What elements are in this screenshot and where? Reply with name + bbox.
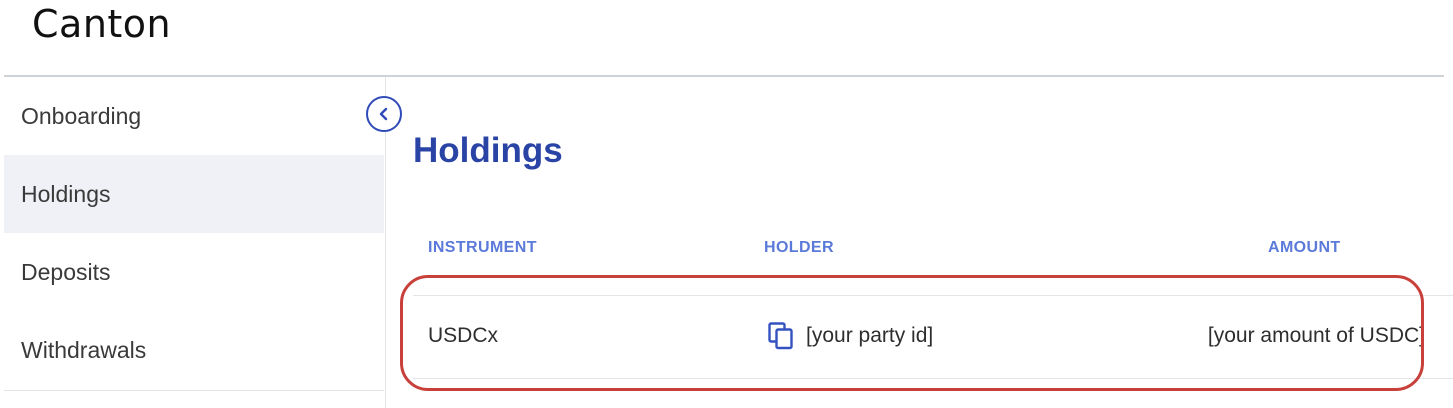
instrument-cell: USDCx [428,324,499,347]
sidebar-item-label: Withdrawals [21,336,147,363]
table-row[interactable]: USDCx [your party id] [your amount of US… [413,295,1453,379]
sidebar-item-label: Deposits [21,258,111,285]
column-header-instrument: INSTRUMENT [428,239,537,256]
top-header: Canton [0,0,1453,77]
app-window: Canton Onboarding Holdings Deposits With… [0,0,1453,408]
column-header-holder: HOLDER [764,239,834,256]
canton-logo[interactable]: Canton [32,2,171,46]
sidebar-item-label: Holdings [21,180,111,207]
column-header-amount: AMOUNT [1268,239,1341,256]
sidebar-divider [4,390,384,391]
main-content: Holdings INSTRUMENT HOLDER AMOUNT USDCx … [386,77,1453,408]
sidebar-item-label: Onboarding [21,102,142,129]
page-title: Holdings [413,131,563,170]
holder-party-id: [your party id] [806,324,934,347]
sidebar: Onboarding Holdings Deposits Withdrawals [4,77,386,408]
sidebar-item-withdrawals[interactable]: Withdrawals [4,311,384,389]
sidebar-item-holdings[interactable]: Holdings [4,155,384,233]
sidebar-item-onboarding[interactable]: Onboarding [4,77,384,155]
amount-cell: [your amount of USDC] [1207,324,1425,347]
copy-icon[interactable] [768,322,794,350]
sidebar-item-deposits[interactable]: Deposits [4,233,384,311]
holder-cell: [your party id] [768,322,933,350]
